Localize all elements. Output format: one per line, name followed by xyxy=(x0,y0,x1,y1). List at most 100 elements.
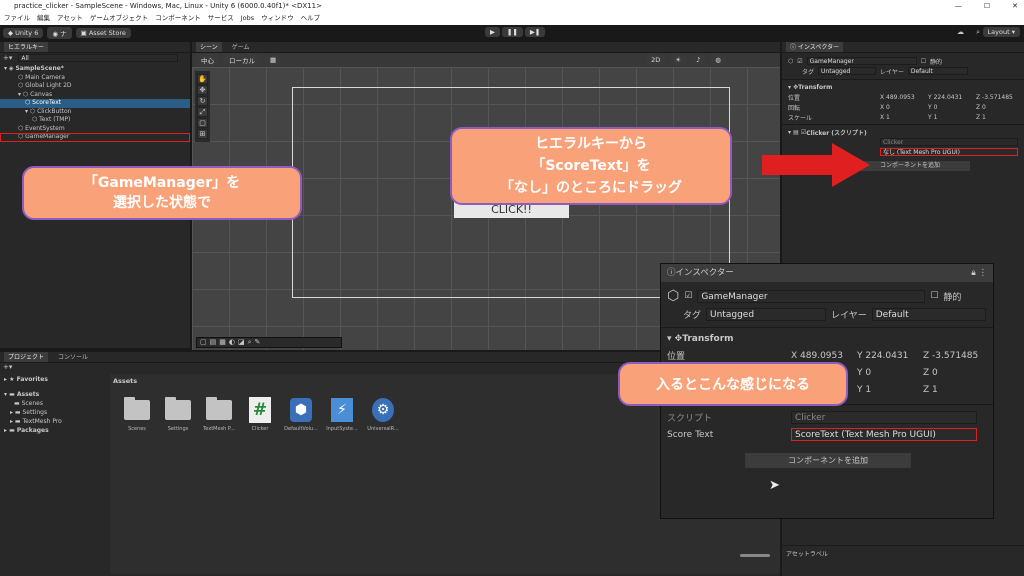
zoomed-static-checkbox[interactable]: ☐ xyxy=(930,291,938,301)
play-button[interactable]: ▶ xyxy=(485,27,500,37)
zoomed-position-x[interactable]: X 489.0953 xyxy=(791,351,857,361)
hierarchy-item[interactable]: ▾ ◈ SampleScene* xyxy=(0,65,190,74)
grid-snap-icon[interactable]: ▦ xyxy=(265,55,282,65)
asset-universal-rp[interactable]: ⚙ UniversalR... xyxy=(366,398,400,432)
hierarchy-item[interactable]: ⬡ EventSystem xyxy=(0,125,190,134)
asset-store-button[interactable]: ▣ Asset Store xyxy=(75,27,131,38)
asset-textmeshpro[interactable]: TextMesh P... xyxy=(202,397,236,432)
hand-tool-icon[interactable]: ✋ xyxy=(197,74,208,84)
asset-input-system[interactable]: ⚡ InputSyste... xyxy=(325,398,359,432)
unity-account-button[interactable]: ◆ Unity 6 xyxy=(3,27,44,38)
rotation-x[interactable]: X 0 xyxy=(880,104,928,111)
hierarchy-item[interactable]: ⬡ Main Camera xyxy=(0,74,190,83)
step-button[interactable]: ▶❚ xyxy=(524,27,546,37)
pivot-dropdown[interactable]: 中心 xyxy=(196,54,219,66)
zoomed-add-component-button[interactable]: コンポーネントを追加 xyxy=(745,453,911,468)
menu-gameobject[interactable]: ゲームオブジェクト xyxy=(90,12,148,25)
tag-dropdown[interactable]: Untagged xyxy=(818,67,877,75)
cloud-icon[interactable]: ☁ xyxy=(957,28,964,36)
menu-window[interactable]: ウィンドウ xyxy=(261,12,294,25)
object-name-field[interactable]: GameManager xyxy=(806,57,917,65)
overlay-sprite-icon[interactable]: ▤ xyxy=(210,338,217,347)
transform-tool-icon[interactable]: ⊞ xyxy=(197,129,208,139)
overlay-rect-icon[interactable]: ▢ xyxy=(200,338,207,347)
tree-assets[interactable]: ▾ ▬ Assets xyxy=(0,385,110,399)
asset-scenes[interactable]: Scenes xyxy=(120,397,154,432)
hierarchy-item[interactable]: ▾ ⬡ ClickButton xyxy=(0,108,190,117)
overlay-tilemap-icon[interactable]: ▦ xyxy=(219,338,226,347)
zoomed-position-y[interactable]: Y 224.0431 xyxy=(857,351,923,361)
zoomed-layer-dropdown[interactable]: Default xyxy=(871,308,986,321)
tab-scene[interactable]: シーン xyxy=(196,42,222,52)
hierarchy-search-input[interactable]: All xyxy=(18,54,179,62)
audio-icon[interactable]: ♪ xyxy=(691,55,706,65)
tab-game[interactable]: ゲーム xyxy=(228,42,254,52)
minimize-button[interactable]: — xyxy=(955,0,962,12)
tree-textmeshpro[interactable]: ▸ ▬ TextMesh Pro xyxy=(0,417,110,426)
menu-jobs[interactable]: Jobs xyxy=(241,12,254,25)
pause-button[interactable]: ❚❚ xyxy=(502,27,523,37)
rotate-tool-icon[interactable]: ↻ xyxy=(197,96,208,106)
zoomed-active-checkbox[interactable]: ☑ xyxy=(684,291,692,301)
active-checkbox[interactable]: ☑ xyxy=(797,58,802,65)
add-asset-icon[interactable]: +▾ xyxy=(3,363,12,371)
hierarchy-item[interactable]: ⬡ GameManager xyxy=(0,133,190,142)
zoomed-object-name[interactable]: GameManager xyxy=(697,289,926,303)
hierarchy-item[interactable]: ⬡ Text (TMP) xyxy=(0,116,190,125)
tree-scenes[interactable]: ▬ Scenes xyxy=(0,399,110,408)
zoomed-lock-icon[interactable]: 🔒︎ ⋮ xyxy=(971,264,987,282)
menu-services[interactable]: サービス xyxy=(208,12,234,25)
menu-component[interactable]: コンポーネント xyxy=(155,12,201,25)
tab-project[interactable]: プロジェクト xyxy=(4,352,49,362)
overlay-fill-icon[interactable]: ◪ xyxy=(238,338,245,347)
account-button[interactable]: ◉ ナ xyxy=(47,26,72,39)
scale-x[interactable]: X 1 xyxy=(880,114,928,121)
zoomed-tag-dropdown[interactable]: Untagged xyxy=(706,308,827,321)
toggle-2d-button[interactable]: 2D xyxy=(646,55,666,65)
scale-tool-icon[interactable]: ⤢ xyxy=(197,107,208,117)
menu-assets[interactable]: アセット xyxy=(57,12,83,25)
position-z[interactable]: Z -3.571485 xyxy=(976,94,1013,101)
layer-dropdown[interactable]: Default xyxy=(907,67,968,75)
score-text-field-empty[interactable]: なし (Text Mesh Pro UGUI) xyxy=(880,148,1018,156)
position-y[interactable]: Y 224.0431 xyxy=(928,94,976,101)
zoomed-scale-z[interactable]: Z 1 xyxy=(923,385,938,395)
asset-clicker[interactable]: # Clicker xyxy=(243,397,277,432)
tree-favorites[interactable]: ▸ ★ Favorites xyxy=(0,374,110,385)
menu-help[interactable]: ヘルプ xyxy=(301,12,321,25)
rect-tool-icon[interactable]: ▢ xyxy=(197,118,208,128)
rotation-y[interactable]: Y 0 xyxy=(928,104,976,111)
search-icon[interactable]: ⌕ xyxy=(976,28,980,37)
clicker-header[interactable]: ▾ ▤ ☑ Clicker (スクリプト) xyxy=(788,127,1018,137)
add-icon[interactable]: +▾ xyxy=(3,54,12,62)
scale-z[interactable]: Z 1 xyxy=(976,114,986,121)
overlay-paint-icon[interactable]: ◐ xyxy=(229,338,235,347)
zoomed-scale-y[interactable]: Y 1 xyxy=(857,385,923,395)
tab-console[interactable]: コンソール xyxy=(54,352,92,362)
position-x[interactable]: X 489.0953 xyxy=(880,94,928,101)
tab-inspector[interactable]: ⓘ インスペクター xyxy=(786,42,844,52)
hierarchy-item[interactable]: ▾ ⬡ Canvas xyxy=(0,91,190,100)
layout-dropdown[interactable]: Layout ▾ xyxy=(982,27,1020,37)
move-tool-icon[interactable]: ✥ xyxy=(197,85,208,95)
transform-header[interactable]: ▾ ✥ Transform xyxy=(788,82,1018,92)
hierarchy-item[interactable]: ⬡ ScoreText xyxy=(0,99,190,108)
tab-hierarchy[interactable]: ヒエラルキー xyxy=(4,42,49,52)
zoomed-transform-header[interactable]: ▾ ✥ Transform xyxy=(667,330,987,347)
gizmos-icon[interactable]: ◍ xyxy=(710,55,726,65)
zoom-slider[interactable] xyxy=(740,554,770,557)
scale-y[interactable]: Y 1 xyxy=(928,114,976,121)
zoomed-rotation-z[interactable]: Z 0 xyxy=(923,368,938,378)
tree-settings[interactable]: ▸ ▬ Settings xyxy=(0,408,110,417)
zoomed-position-z[interactable]: Z -3.571485 xyxy=(923,351,978,361)
overlay-pick-icon[interactable]: ✎ xyxy=(255,338,261,347)
zoomed-score-field[interactable]: ScoreText (Text Mesh Pro UGUI) xyxy=(791,428,977,441)
menu-edit[interactable]: 編集 xyxy=(37,12,50,25)
rotation-z[interactable]: Z 0 xyxy=(976,104,986,111)
lighting-icon[interactable]: ☀ xyxy=(670,55,687,65)
static-checkbox[interactable]: ☐ xyxy=(921,58,926,65)
overlay-search-icon[interactable]: ⌕ xyxy=(248,338,252,347)
tree-packages[interactable]: ▸ ▬ Packages xyxy=(0,426,110,435)
space-dropdown[interactable]: ローカル xyxy=(224,54,260,66)
asset-default-volume[interactable]: ⬢ DefaultVolu... xyxy=(284,398,318,432)
